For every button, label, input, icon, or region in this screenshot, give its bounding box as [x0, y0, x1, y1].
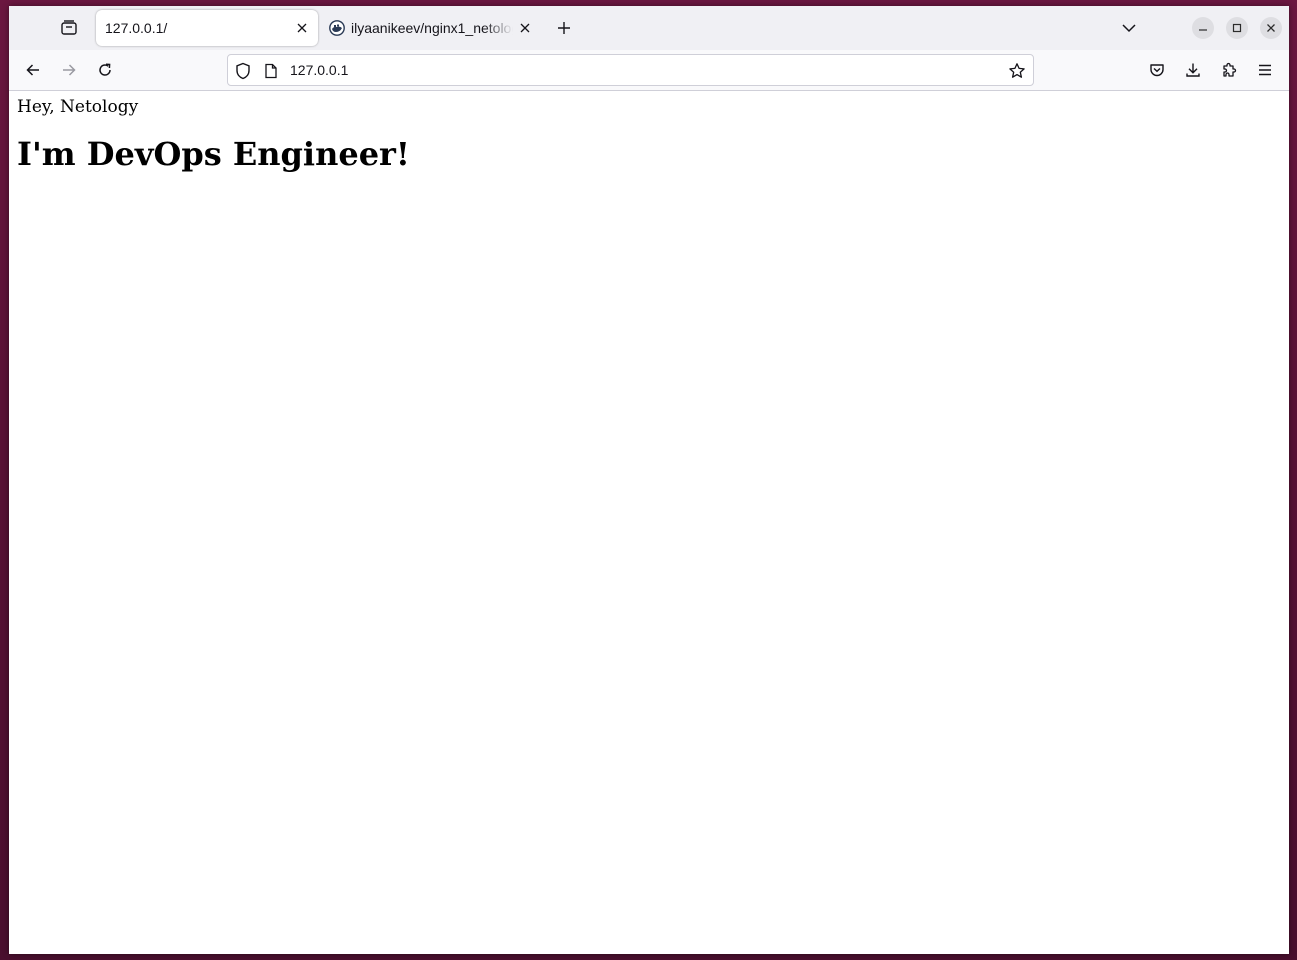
star-icon[interactable]	[1006, 60, 1028, 82]
tab-list-icon	[60, 20, 78, 36]
pocket-button[interactable]	[1143, 56, 1171, 84]
tab-title: 127.0.0.1/	[105, 20, 168, 36]
page-icon[interactable]	[262, 62, 280, 80]
arrow-right-icon	[61, 62, 77, 78]
reload-icon	[97, 62, 113, 78]
browser-window: 127.0.0.1/ ilyaanikeev/nginx1_netology 1…	[9, 6, 1289, 954]
page-content: Hey, Netology I'm DevOps Engineer!	[9, 91, 1289, 954]
download-icon	[1185, 62, 1201, 78]
tab-close-button[interactable]	[290, 16, 314, 40]
close-window-button[interactable]	[1260, 17, 1282, 39]
docker-icon	[329, 20, 345, 36]
arrow-left-icon	[25, 62, 41, 78]
minimize-button[interactable]	[1192, 17, 1214, 39]
tab-inactive[interactable]: ilyaanikeev/nginx1_netology	[323, 10, 541, 46]
tab-strip: 127.0.0.1/ ilyaanikeev/nginx1_netology	[9, 6, 1289, 50]
minimize-icon	[1198, 23, 1208, 33]
greeting-text: Hey, Netology	[17, 97, 139, 117]
tab-active[interactable]: 127.0.0.1/	[96, 10, 318, 46]
tab-list-button[interactable]	[55, 16, 83, 40]
shield-icon[interactable]	[234, 62, 252, 80]
maximize-icon	[1232, 23, 1242, 33]
app-menu-button[interactable]	[1251, 56, 1279, 84]
url-text[interactable]: 127.0.0.1	[290, 55, 348, 85]
navigation-toolbar: 127.0.0.1	[9, 50, 1289, 91]
back-button[interactable]	[19, 56, 47, 84]
extensions-button[interactable]	[1215, 56, 1243, 84]
tab-close-button[interactable]	[513, 16, 537, 40]
list-all-tabs-button[interactable]	[1115, 16, 1143, 40]
new-tab-button[interactable]	[550, 16, 578, 40]
tab-title: ilyaanikeev/nginx1_netology	[351, 20, 513, 36]
maximize-button[interactable]	[1226, 17, 1248, 39]
chevron-down-icon	[1122, 23, 1136, 33]
forward-button[interactable]	[55, 56, 83, 84]
reload-button[interactable]	[91, 56, 119, 84]
close-icon	[1266, 23, 1276, 33]
pocket-icon	[1149, 62, 1165, 78]
plus-icon	[557, 21, 571, 35]
page-heading: I'm DevOps Engineer!	[17, 135, 410, 173]
hamburger-icon	[1257, 63, 1273, 77]
puzzle-icon	[1221, 62, 1237, 78]
address-bar[interactable]: 127.0.0.1	[227, 54, 1034, 86]
downloads-button[interactable]	[1179, 56, 1207, 84]
